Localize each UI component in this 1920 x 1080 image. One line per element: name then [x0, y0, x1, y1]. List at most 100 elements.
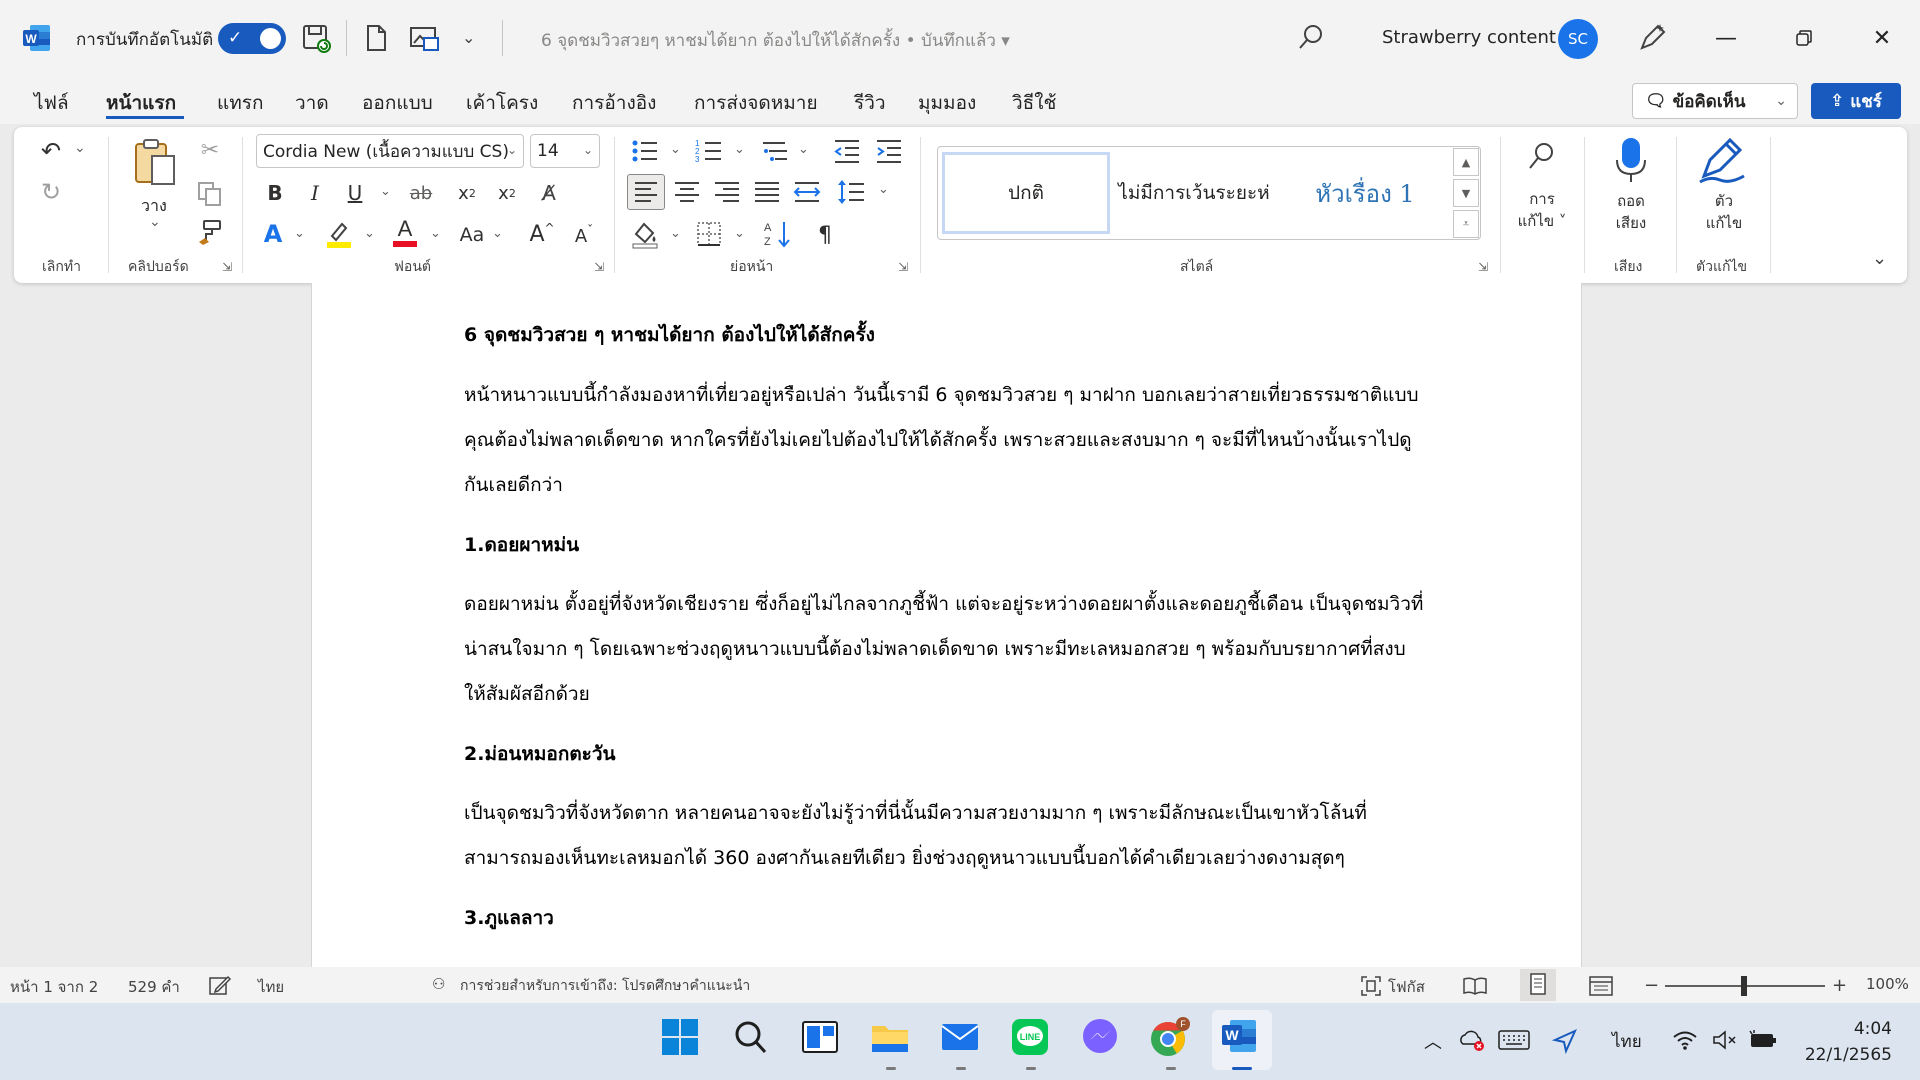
tab-insert[interactable]: แทรก: [217, 88, 263, 118]
shading-dropdown-icon[interactable]: ⌄: [670, 226, 681, 241]
multilevel-list-icon[interactable]: [760, 136, 790, 170]
page-count[interactable]: หน้า 1 จาก 2: [10, 975, 98, 999]
dialog-launcher-icon[interactable]: ⇲: [898, 260, 908, 274]
word-count[interactable]: 529 คำ: [128, 975, 180, 999]
subscript-icon[interactable]: x2: [452, 178, 482, 208]
align-right-icon[interactable]: [712, 176, 742, 212]
superscript-icon[interactable]: x2: [492, 178, 522, 208]
focus-label[interactable]: โฟกัส: [1388, 975, 1425, 999]
dictate-label-2[interactable]: เสียง: [1601, 212, 1661, 234]
chrome-icon[interactable]: F: [1146, 1013, 1194, 1061]
styles-more-icon[interactable]: ⩡: [1453, 210, 1479, 238]
keyboard-icon[interactable]: [1498, 1029, 1530, 1055]
tab-review[interactable]: รีวิว: [854, 88, 886, 118]
location-icon[interactable]: [1551, 1028, 1578, 1058]
underline-dropdown-icon[interactable]: ⌄: [380, 184, 391, 199]
multilevel-dropdown-icon[interactable]: ⌄: [798, 142, 809, 157]
shading-icon[interactable]: [630, 218, 660, 254]
tray-overflow-icon[interactable]: ︿: [1424, 1028, 1442, 1054]
italic-icon[interactable]: I: [302, 178, 328, 208]
grow-font-icon[interactable]: A ^: [526, 218, 558, 250]
dialog-launcher-icon[interactable]: ⇲: [594, 260, 604, 274]
styles-scroll-up-icon[interactable]: ▲: [1453, 148, 1479, 176]
tab-home[interactable]: หน้าแรก: [106, 88, 176, 118]
collapse-ribbon-icon[interactable]: ⌄: [1872, 248, 1887, 269]
copy-icon[interactable]: [196, 180, 224, 212]
tab-design[interactable]: ออกแบบ: [362, 88, 433, 118]
designer-pen-icon[interactable]: [1636, 22, 1668, 58]
borders-icon[interactable]: [694, 218, 724, 254]
line-app-icon[interactable]: LINE: [1006, 1013, 1054, 1061]
volume-muted-icon[interactable]: [1712, 1029, 1738, 1055]
dialog-launcher-icon[interactable]: ⇲: [222, 260, 232, 274]
battery-icon[interactable]: [1748, 1029, 1778, 1055]
bullets-icon[interactable]: [630, 136, 660, 170]
align-left-button[interactable]: [627, 174, 665, 210]
clock[interactable]: 4:04 22/1/2565: [1784, 1016, 1892, 1068]
redo-icon[interactable]: ↻: [34, 175, 68, 209]
editor-pen-icon[interactable]: [1696, 136, 1748, 190]
proofing-icon[interactable]: [208, 975, 232, 1001]
tab-references[interactable]: การอ้างอิง: [572, 88, 656, 118]
align-center-icon[interactable]: [672, 176, 702, 212]
zoom-in-button[interactable]: +: [1832, 975, 1847, 996]
format-painter-icon[interactable]: [196, 218, 224, 250]
style-no-spacing[interactable]: ไม่มีการเว้นระยะห่: [1114, 152, 1274, 234]
text-effects-dropdown-icon[interactable]: ⌄: [294, 226, 305, 241]
editing-label-2[interactable]: แก้ไข ˅: [1508, 210, 1576, 232]
file-explorer-icon[interactable]: [866, 1013, 914, 1061]
zoom-slider-thumb[interactable]: [1741, 976, 1747, 996]
dialog-launcher-icon[interactable]: ⇲: [1478, 260, 1488, 274]
bold-icon[interactable]: B: [262, 178, 288, 208]
web-layout-icon[interactable]: [1588, 975, 1614, 1001]
highlight-dropdown-icon[interactable]: ⌄: [364, 226, 375, 241]
restore-button[interactable]: [1784, 18, 1824, 58]
word-taskbar-button[interactable]: W: [1212, 1010, 1272, 1070]
search-icon[interactable]: [726, 1013, 774, 1061]
microphone-icon[interactable]: [1614, 136, 1648, 190]
numbering-icon[interactable]: 123: [694, 136, 724, 170]
underline-icon[interactable]: U: [342, 178, 368, 208]
mail-icon[interactable]: [936, 1013, 984, 1061]
avatar[interactable]: SC: [1558, 19, 1598, 59]
borders-dropdown-icon[interactable]: ⌄: [734, 226, 745, 241]
read-mode-icon[interactable]: [1462, 975, 1488, 1001]
dictate-label-1[interactable]: ถอด: [1601, 190, 1661, 212]
decrease-indent-icon[interactable]: [832, 136, 862, 170]
zoom-out-button[interactable]: −: [1644, 975, 1659, 996]
comments-button[interactable]: 🗨 ข้อคิดเห็น ⌄: [1632, 83, 1798, 119]
change-case-icon[interactable]: Aa: [454, 220, 490, 250]
accessibility-icon[interactable]: ⚇: [432, 975, 445, 993]
tab-mailings[interactable]: การส่งจดหมาย: [694, 88, 818, 118]
autosave-toggle[interactable]: ✓: [218, 23, 286, 54]
line-spacing-dropdown-icon[interactable]: ⌄: [878, 182, 889, 197]
wifi-icon[interactable]: [1672, 1029, 1698, 1055]
input-language[interactable]: ไทย: [1612, 1028, 1642, 1055]
show-marks-icon[interactable]: ¶: [810, 220, 840, 250]
undo-icon[interactable]: ↶: [34, 134, 68, 168]
highlight-icon[interactable]: [324, 218, 354, 254]
font-color-icon[interactable]: A: [390, 216, 420, 254]
paste-icon[interactable]: [132, 138, 178, 192]
tab-help[interactable]: วิธีใช้: [1012, 88, 1056, 118]
editing-label-1[interactable]: การ: [1512, 188, 1572, 210]
tab-file[interactable]: ไฟล์: [34, 88, 69, 118]
strikethrough-icon[interactable]: ab: [406, 178, 436, 208]
accessibility-status[interactable]: การช่วยสำหรับการเข้าถึง: โปรดศึกษาคำแนะน…: [460, 975, 750, 997]
save-icon[interactable]: [300, 22, 332, 54]
sort-icon[interactable]: AZ: [762, 218, 794, 254]
font-name-select[interactable]: Cordia New (เนื้อความแบบ CS) ⌄: [256, 134, 524, 168]
onedrive-icon[interactable]: [1458, 1028, 1486, 1056]
user-name[interactable]: Strawberry content: [1382, 27, 1556, 48]
paste-dropdown-icon[interactable]: ⌄: [149, 214, 161, 230]
find-icon[interactable]: [1526, 140, 1558, 178]
editor-label-1[interactable]: ตัว: [1694, 190, 1754, 212]
start-icon[interactable]: [656, 1013, 704, 1061]
editor-label-2[interactable]: แก้ไข: [1694, 212, 1754, 234]
undo-dropdown-icon[interactable]: ⌄: [74, 140, 86, 156]
language-status[interactable]: ไทย: [258, 975, 284, 999]
minimize-button[interactable]: —: [1706, 18, 1746, 58]
focus-icon[interactable]: [1360, 975, 1382, 1001]
print-layout-button[interactable]: [1520, 969, 1556, 1001]
thai-distributed-icon[interactable]: [792, 176, 822, 212]
